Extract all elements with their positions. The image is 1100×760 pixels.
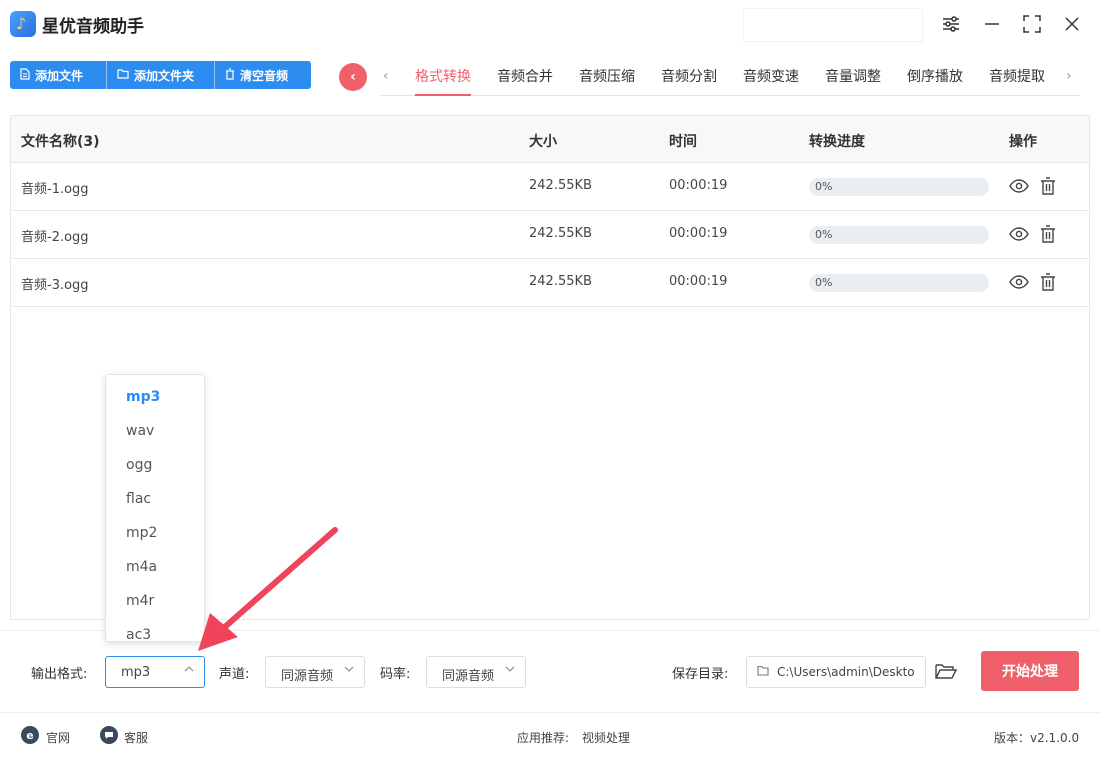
tab-audio-compress[interactable]: 音频压缩 [579, 66, 635, 96]
add-folder-label: 添加文件夹 [134, 68, 195, 83]
preview-eye-icon[interactable] [1008, 223, 1030, 245]
maximize-icon[interactable] [1019, 11, 1045, 37]
preview-eye-icon[interactable] [1008, 175, 1030, 197]
save-dir-input[interactable]: C:\Users\admin\Deskto [746, 656, 926, 688]
format-option[interactable]: m4r [126, 593, 154, 609]
file-toolbar: 添加文件 添加文件夹 清空音频 [10, 61, 311, 89]
output-format-value: mp3 [121, 665, 151, 680]
file-name: 音频-1.ogg [21, 182, 89, 197]
file-duration: 00:00:19 [669, 178, 728, 193]
chevron-up-icon [184, 664, 194, 677]
progress-text: 0% [815, 228, 833, 241]
progress-bar: 0% [809, 274, 989, 292]
table-header: 文件名称(3) 大小 时间 转换进度 操作 [11, 116, 1089, 163]
add-file-label: 添加文件 [35, 68, 84, 83]
tab-audio-merge[interactable]: 音频合并 [497, 66, 553, 96]
table-row[interactable]: 音频-1.ogg 242.55KB 00:00:19 0% [11, 163, 1089, 211]
file-size: 242.55KB [529, 226, 592, 241]
start-processing-button[interactable]: 开始处理 [981, 651, 1079, 691]
chevron-left-icon: ‹ [350, 69, 356, 85]
website-link[interactable]: 官网 [46, 729, 70, 746]
file-name: 音频-3.ogg [21, 278, 89, 293]
support-link[interactable]: 客服 [124, 729, 148, 746]
app-title: 星优音频助手 [42, 17, 144, 37]
collapse-back-button[interactable]: ‹ [339, 63, 367, 91]
output-settings-bar: 输出格式: mp3 声道: 同源音频 码率: 同源音频 保存目录: C:\Use… [0, 630, 1100, 712]
add-file-button[interactable]: 添加文件 [10, 61, 107, 89]
annotation-arrow-icon [198, 527, 338, 651]
progress-text: 0% [815, 180, 833, 193]
header-operations: 操作 [1009, 134, 1037, 150]
website-e-icon: e [21, 726, 39, 744]
save-dir-value: C:\Users\admin\Deskto [777, 665, 915, 679]
tab-audio-speed[interactable]: 音频变速 [743, 66, 799, 96]
chevron-down-icon [344, 664, 354, 677]
format-option[interactable]: ogg [126, 457, 152, 473]
app-logo-icon: ♪ [10, 11, 36, 37]
format-option[interactable]: m4a [126, 559, 157, 575]
table-row[interactable]: 音频-2.ogg 242.55KB 00:00:19 0% [11, 211, 1089, 259]
close-icon[interactable] [1059, 11, 1085, 37]
header-size: 大小 [529, 134, 557, 150]
open-folder-icon[interactable] [935, 662, 958, 682]
function-tabs: ‹ 格式转换 音频合并 音频压缩 音频分割 音频变速 音量调整 倒序播放 音频提… [380, 60, 1080, 96]
bitrate-select[interactable]: 同源音频 [426, 656, 526, 688]
minimize-icon[interactable] [979, 11, 1005, 37]
output-format-select[interactable]: mp3 [105, 656, 205, 688]
channel-select[interactable]: 同源音频 [265, 656, 365, 688]
channel-label: 声道: [219, 667, 250, 682]
footer-bar: e 官网 客服 应用推荐: 视频处理 版本：v2.1.0.0 [0, 712, 1100, 760]
settings-sliders-icon[interactable] [938, 11, 964, 37]
progress-bar: 0% [809, 226, 989, 244]
file-duration: 00:00:19 [669, 274, 728, 289]
tab-audio-split[interactable]: 音频分割 [661, 66, 717, 96]
format-option[interactable]: mp2 [126, 525, 157, 541]
channel-value: 同源音频 [281, 669, 334, 684]
progress-text: 0% [815, 276, 833, 289]
tabs-scroll-right-icon[interactable]: › [1066, 68, 1072, 84]
tab-audio-extract[interactable]: 音频提取 [989, 66, 1045, 96]
header-filename: 文件名称(3) [21, 134, 100, 150]
recommend-video-link[interactable]: 视频处理 [582, 729, 630, 746]
clear-audio-label: 清空音频 [240, 68, 289, 83]
preview-eye-icon[interactable] [1008, 271, 1030, 293]
file-size: 242.55KB [529, 274, 592, 289]
save-dir-label: 保存目录: [672, 667, 729, 682]
file-icon [20, 67, 30, 83]
header-time: 时间 [669, 134, 697, 150]
file-name: 音频-2.ogg [21, 230, 89, 245]
clear-audio-button[interactable]: 清空音频 [215, 61, 311, 89]
add-folder-button[interactable]: 添加文件夹 [107, 61, 215, 89]
tabs-scroll-left-icon[interactable]: ‹ [383, 68, 389, 84]
delete-trash-icon[interactable] [1037, 223, 1059, 245]
tab-format-convert[interactable]: 格式转换 [415, 66, 471, 96]
delete-trash-icon[interactable] [1037, 271, 1059, 293]
table-row[interactable]: 音频-3.ogg 242.55KB 00:00:19 0% [11, 259, 1089, 307]
chat-bubble-icon [100, 726, 118, 744]
format-option[interactable]: mp3 [126, 389, 160, 405]
header-progress: 转换进度 [809, 134, 865, 150]
version-text: 版本：v2.1.0.0 [994, 731, 1080, 745]
folder-icon [117, 68, 129, 82]
output-format-label: 输出格式: [31, 667, 88, 682]
folder-icon [757, 665, 769, 680]
trash-icon [225, 67, 235, 83]
format-option[interactable]: wav [126, 423, 154, 439]
file-size: 242.55KB [529, 178, 592, 193]
title-search-area [743, 8, 923, 42]
title-bar: ♪ 星优音频助手 [0, 0, 1100, 50]
format-option[interactable]: ac3 [126, 627, 151, 641]
format-option[interactable]: flac [126, 491, 151, 507]
chevron-down-icon [505, 664, 515, 677]
bitrate-value: 同源音频 [442, 669, 495, 684]
bitrate-label: 码率: [380, 667, 411, 682]
tab-reverse-play[interactable]: 倒序播放 [907, 66, 963, 96]
delete-trash-icon[interactable] [1037, 175, 1059, 197]
recommend-label: 应用推荐: [517, 731, 570, 745]
progress-bar: 0% [809, 178, 989, 196]
file-duration: 00:00:19 [669, 226, 728, 241]
tab-volume-adjust[interactable]: 音量调整 [825, 66, 881, 96]
